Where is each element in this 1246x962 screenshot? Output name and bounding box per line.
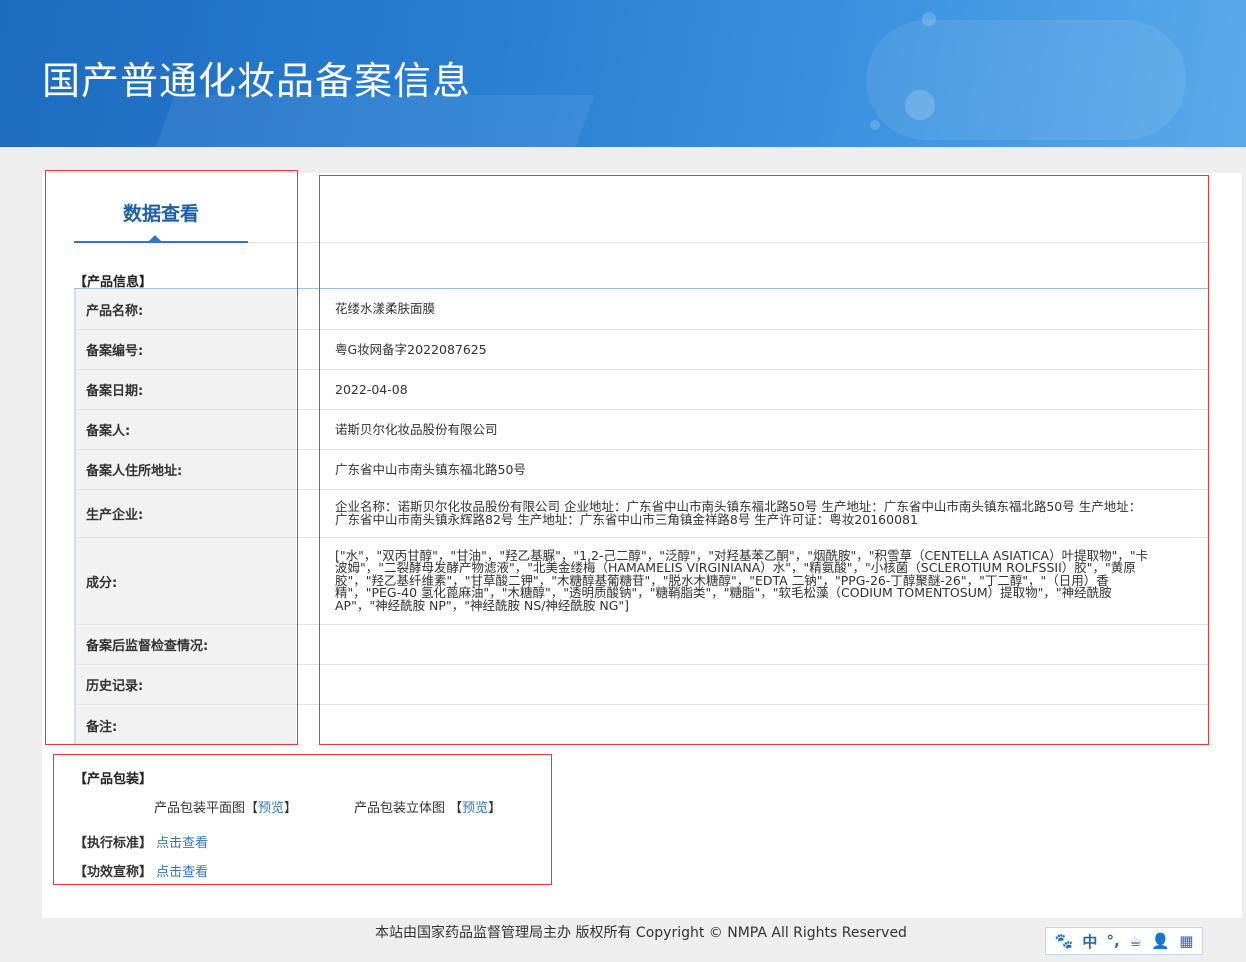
row-label: 备注:	[74, 705, 296, 745]
flat-package-label: 产品包装平面图	[154, 801, 246, 816]
efficacy-label: 【功效宣称】	[74, 865, 153, 880]
cup-icon[interactable]: ☕	[1129, 932, 1142, 950]
row-value: 花缕水漾柔肤面膜	[335, 301, 436, 316]
bracket-open: 【	[449, 801, 463, 816]
paw-icon[interactable]: 🐾	[1055, 932, 1074, 950]
table-row: 备注:	[74, 705, 1208, 745]
flat-package-line: 产品包装平面图【预览】	[154, 797, 297, 816]
row-label: 生产企业:	[74, 490, 296, 537]
standard-line: 【执行标准】 点击查看	[74, 832, 208, 851]
row-value: 2022-04-08	[335, 381, 408, 397]
row-value: 诺斯贝尔化妆品股份有限公司	[335, 421, 498, 437]
tab-divider	[248, 242, 1208, 243]
table-row: 产品名称: 花缕水漾柔肤面膜	[74, 289, 1208, 330]
standard-label: 【执行标准】	[74, 836, 153, 851]
row-value: 粤G妆网备字2022087625	[335, 341, 487, 357]
tab-data-view[interactable]: 数据查看	[74, 199, 248, 229]
standard-view-link[interactable]: 点击查看	[156, 836, 208, 851]
row-label: 备案人:	[74, 410, 296, 449]
bracket-close: 】	[284, 801, 298, 816]
table-row: 备案后监督检查情况:	[74, 625, 1208, 665]
chinese-mode-icon[interactable]: 中	[1082, 931, 1097, 952]
banner-decoration	[866, 20, 1186, 140]
table-row: 备案日期: 2022-04-08	[74, 370, 1208, 410]
row-label: 历史记录:	[74, 665, 296, 704]
row-label: 成分:	[74, 538, 296, 624]
tab-caret-icon	[149, 235, 161, 241]
tab-underline	[74, 241, 248, 243]
solid-package-line: 产品包装立体图 【预览】	[354, 797, 501, 816]
table-row: 生产企业: 企业名称：诺斯贝尔化妆品股份有限公司 企业地址：广东省中山市南头镇东…	[74, 490, 1208, 538]
table-row: 备案编号: 粤G妆网备字2022087625	[74, 330, 1208, 370]
page-title: 国产普通化妆品备案信息	[42, 59, 472, 103]
table-row: 成分: ["水"，"双丙甘醇"，"甘油"，"羟乙基脲"，"1,2-己二醇"，"泛…	[74, 538, 1208, 625]
table-row: 备案人: 诺斯贝尔化妆品股份有限公司	[74, 410, 1208, 450]
efficacy-line: 【功效宣称】 点击查看	[74, 861, 208, 880]
table-row: 历史记录:	[74, 665, 1208, 705]
row-value: 企业名称：诺斯贝尔化妆品股份有限公司 企业地址：广东省中山市南头镇东福北路50号…	[335, 499, 1142, 527]
flat-package-preview-link[interactable]: 预览	[258, 801, 284, 816]
row-value	[325, 665, 1208, 704]
ime-toolbar: 🐾 中 °, ☕ 👤 ▦	[1045, 927, 1203, 955]
row-value: 广东省中山市南头镇东福北路50号	[335, 461, 526, 477]
header-banner: 国产普通化妆品备案信息	[0, 0, 1246, 147]
table-row: 备案人住所地址: 广东省中山市南头镇东福北路50号	[74, 450, 1208, 490]
punctuation-icon[interactable]: °,	[1107, 932, 1120, 950]
tab-label: 数据查看	[122, 203, 199, 225]
row-label: 备案编号:	[74, 330, 296, 369]
banner-dot	[922, 12, 936, 26]
banner-dot	[870, 120, 880, 130]
row-label: 备案日期:	[74, 370, 296, 409]
user-icon[interactable]: 👤	[1151, 932, 1170, 950]
bracket-open: 【	[245, 801, 259, 816]
row-label: 备案人住所地址:	[74, 450, 296, 489]
solid-package-label: 产品包装立体图	[354, 801, 446, 816]
row-label: 备案后监督检查情况:	[74, 625, 296, 664]
efficacy-view-link[interactable]: 点击查看	[156, 865, 208, 880]
bracket-close: 】	[488, 801, 502, 816]
product-info-table: 产品名称: 花缕水漾柔肤面膜 备案编号: 粤G妆网备字2022087625 备案…	[74, 288, 1208, 745]
solid-package-preview-link[interactable]: 预览	[462, 801, 488, 816]
packaging-title: 【产品包装】	[74, 772, 153, 787]
grid-icon[interactable]: ▦	[1179, 932, 1193, 950]
row-label: 产品名称:	[74, 289, 296, 329]
banner-dot	[905, 90, 935, 120]
row-value: ["水"，"双丙甘醇"，"甘油"，"羟乙基脲"，"1,2-己二醇"，"泛醇"，"…	[335, 547, 1149, 613]
row-value	[325, 625, 1208, 664]
row-value	[325, 705, 1208, 745]
